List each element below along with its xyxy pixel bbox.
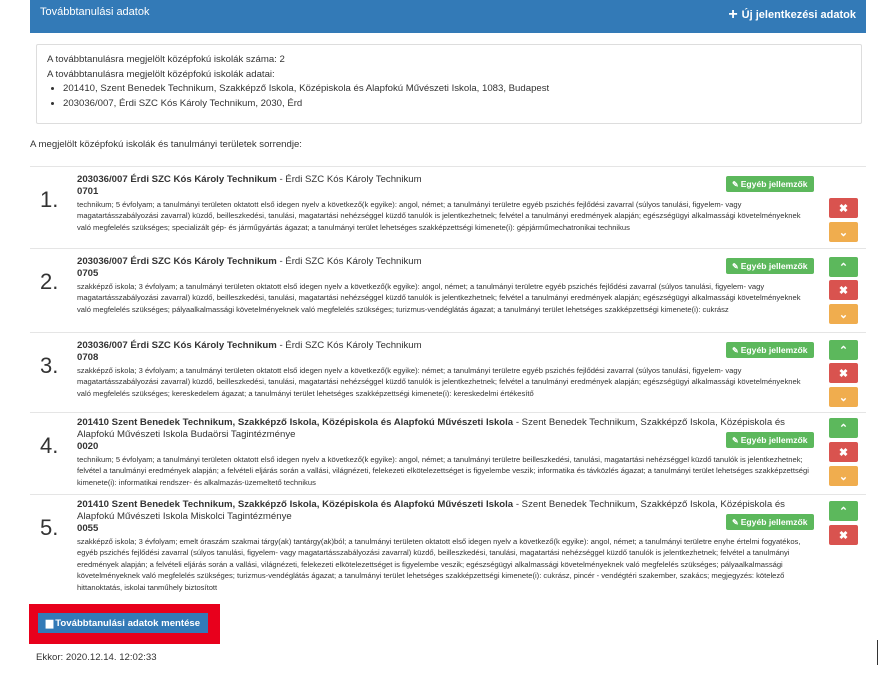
order-heading: A megjelölt középfokú iskolák és tanulmá… — [30, 139, 302, 150]
move-down-button[interactable]: ⌄ — [829, 466, 858, 486]
other-features-label: Egyéb jellemzők — [740, 517, 808, 527]
school-list: 201410, Szent Benedek Technikum, Szakkép… — [47, 82, 851, 111]
ranking-row: 5. 201410 Szent Benedek Technikum, Szakk… — [30, 494, 866, 601]
program-code: 0701 — [77, 186, 99, 197]
close-icon: ✖ — [838, 367, 849, 380]
program-code: 0055 — [77, 523, 99, 534]
edit-icon: ✎ — [732, 262, 739, 271]
delete-button[interactable]: ✖ — [829, 198, 858, 218]
school-name: 201410 Szent Benedek Technikum, Szakképz… — [77, 499, 514, 510]
school-site: - Érdi SZC Kós Károly Technikum — [276, 256, 422, 267]
edit-icon: ✎ — [732, 346, 739, 355]
program-description: szakképző iskola; 3 évfolyam; a tanulmán… — [77, 282, 801, 314]
school-name: 201410 Szent Benedek Technikum, Szakképz… — [77, 417, 514, 428]
ranking-row: 3. 203036/007 Érdi SZC Kós Károly Techni… — [30, 332, 866, 413]
move-up-button[interactable]: ⌃ — [829, 501, 858, 521]
row-content: 203036/007 Érdi SZC Kós Károly Technikum… — [77, 174, 815, 233]
rank-number: 2. — [40, 269, 59, 294]
chevron-up-icon: ⌃ — [838, 261, 849, 274]
edit-icon: ✎ — [732, 436, 739, 445]
program-description: technikum; 5 évfolyam; a tanulmányi terü… — [77, 455, 809, 487]
other-features-button[interactable]: ✎ Egyéb jellemzők — [726, 258, 814, 274]
chevron-up-icon: ⌃ — [838, 505, 849, 518]
program-code: 0705 — [77, 268, 99, 279]
program-description: technikum; 5 évfolyam; a tanulmányi terü… — [77, 200, 801, 232]
chevron-down-icon: ⌄ — [838, 308, 849, 321]
save-highlight: ▆ Továbbtanulási adatok mentése — [29, 604, 220, 644]
other-features-button[interactable]: ✎ Egyéb jellemzők — [726, 342, 814, 358]
save-button[interactable]: ▆ Továbbtanulási adatok mentése — [38, 613, 208, 633]
save-icon: ▆ — [45, 617, 54, 629]
delete-button[interactable]: ✖ — [829, 525, 858, 545]
plus-icon: + — [728, 6, 738, 23]
row-content: 201410 Szent Benedek Technikum, Szakképz… — [77, 499, 815, 593]
delete-button[interactable]: ✖ — [829, 363, 858, 383]
program-code: 0020 — [77, 441, 99, 452]
program-description: szakképző iskola; 3 évfolyam; emelt óras… — [77, 537, 801, 592]
new-application-button[interactable]: + Új jelentkezési adatok — [728, 6, 856, 23]
school-count-text: A továbbtanulásra megjelölt középfokú is… — [47, 54, 285, 65]
rank-number: 5. — [40, 515, 59, 540]
other-features-label: Egyéb jellemzők — [740, 179, 808, 189]
move-down-button[interactable]: ⌄ — [829, 387, 858, 407]
school-data-heading: A továbbtanulásra megjelölt középfokú is… — [47, 68, 275, 80]
close-icon: ✖ — [838, 529, 849, 542]
delete-button[interactable]: ✖ — [829, 442, 858, 462]
chevron-down-icon: ⌄ — [838, 391, 849, 404]
move-down-button[interactable]: ⌄ — [829, 304, 858, 324]
panel-header: Továbbtanulási adatok + Új jelentkezési … — [30, 0, 866, 33]
other-features-label: Egyéb jellemzők — [740, 435, 808, 445]
rank-number: 1. — [40, 187, 59, 212]
ranking-row: 2. 203036/007 Érdi SZC Kós Károly Techni… — [30, 248, 866, 333]
delete-button[interactable]: ✖ — [829, 280, 858, 300]
other-features-label: Egyéb jellemzők — [740, 261, 808, 271]
close-icon: ✖ — [838, 284, 849, 297]
other-features-label: Egyéb jellemzők — [740, 345, 808, 355]
program-code: 0708 — [77, 352, 99, 363]
move-up-button[interactable]: ⌃ — [829, 257, 858, 277]
chevron-down-icon: ⌄ — [838, 226, 849, 239]
school-name: 203036/007 Érdi SZC Kós Károly Technikum — [77, 256, 277, 267]
close-icon: ✖ — [838, 202, 849, 215]
edit-icon: ✎ — [732, 518, 739, 527]
ranking-row: 4. 201410 Szent Benedek Technikum, Szakk… — [30, 412, 866, 495]
close-icon: ✖ — [838, 446, 849, 459]
chevron-up-icon: ⌃ — [838, 422, 849, 435]
save-label: Továbbtanulási adatok mentése — [55, 617, 201, 629]
other-features-button[interactable]: ✎ Egyéb jellemzők — [726, 432, 814, 448]
school-name: 203036/007 Érdi SZC Kós Károly Technikum — [77, 340, 277, 351]
rank-number: 3. — [40, 353, 59, 378]
row-content: 203036/007 Érdi SZC Kós Károly Technikum… — [77, 340, 815, 399]
program-description: szakképző iskola; 3 évfolyam; a tanulmán… — [77, 366, 801, 398]
school-name: 203036/007 Érdi SZC Kós Károly Technikum — [77, 174, 277, 185]
other-features-button[interactable]: ✎ Egyéb jellemzők — [726, 176, 814, 192]
rank-number: 4. — [40, 433, 59, 458]
ranking-row: 1. 203036/007 Érdi SZC Kós Károly Techni… — [30, 166, 866, 247]
list-item: 201410, Szent Benedek Technikum, Szakkép… — [63, 82, 851, 97]
list-item: 203036/007, Érdi SZC Kós Károly Techniku… — [63, 97, 851, 112]
row-content: 203036/007 Érdi SZC Kós Károly Technikum… — [77, 256, 815, 315]
saved-timestamp: Ekkor: 2020.12.14. 12:02:33 — [36, 652, 157, 663]
chevron-up-icon: ⌃ — [838, 344, 849, 357]
move-down-button[interactable]: ⌄ — [829, 222, 858, 242]
move-up-button[interactable]: ⌃ — [829, 418, 858, 438]
row-content: 201410 Szent Benedek Technikum, Szakképz… — [77, 417, 815, 488]
new-application-label: Új jelentkezési adatok — [741, 9, 856, 21]
school-site: - Érdi SZC Kós Károly Technikum — [276, 340, 422, 351]
divider — [877, 640, 878, 665]
other-features-button[interactable]: ✎ Egyéb jellemzők — [726, 514, 814, 530]
move-up-button[interactable]: ⌃ — [829, 340, 858, 360]
summary-box: A továbbtanulásra megjelölt középfokú is… — [36, 44, 862, 124]
chevron-down-icon: ⌄ — [838, 470, 849, 483]
panel-title: Továbbtanulási adatok — [40, 6, 150, 18]
edit-icon: ✎ — [732, 180, 739, 189]
school-site: - Érdi SZC Kós Károly Technikum — [276, 174, 422, 185]
